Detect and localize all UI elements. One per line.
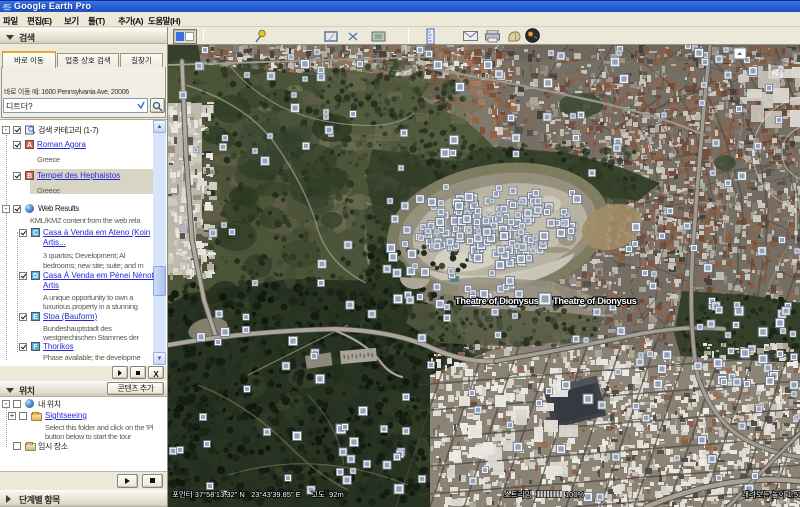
svg-text:Theatre of Dionysus: Theatre of Dionysus [455,296,539,306]
svg-text:N: N [772,68,779,78]
svg-text:Theatre of Dionysus: Theatre of Dionysus [553,296,637,306]
svg-text:포인터 37°58'13.32" N 23°43'39.: 포인터 37°58'13.32" N 23°43'39.85" E 고도 92m [172,489,344,499]
svg-text:내려보는 높이 1.57 km: 내려보는 높이 1.57 km [742,489,800,499]
svg-text:100%: 100% [565,490,585,499]
svg-text:스트리밍: 스트리밍 [504,489,532,499]
